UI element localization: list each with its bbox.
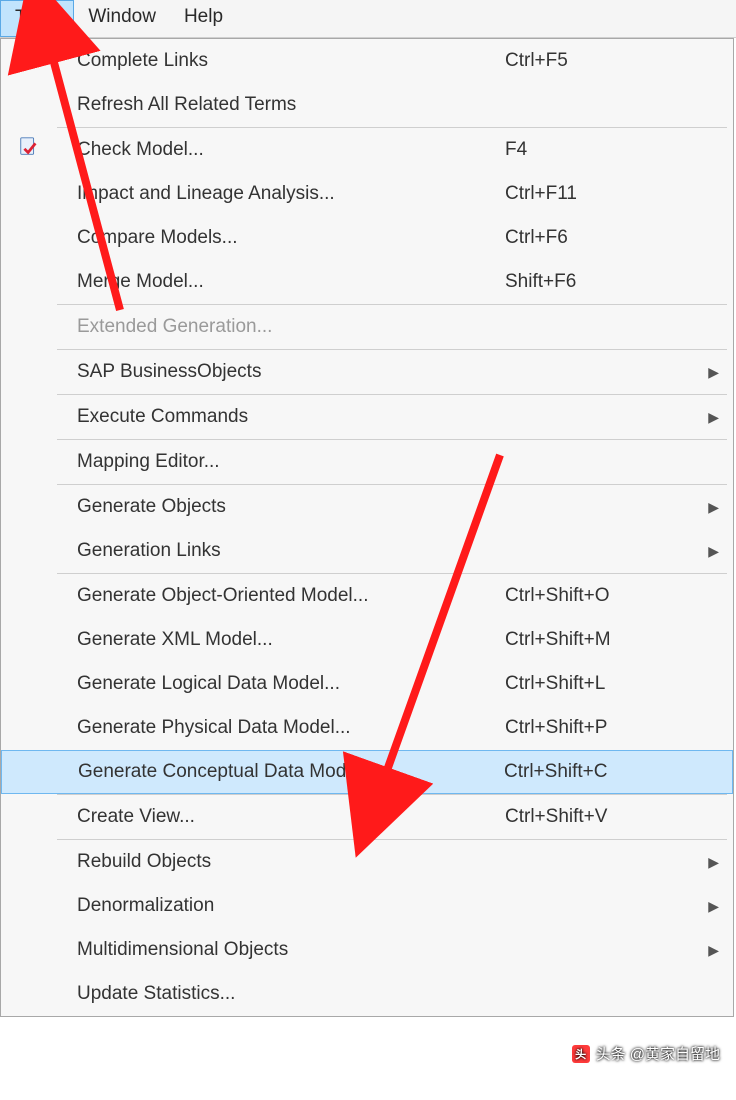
menu-item-shortcut: Ctrl+Shift+L bbox=[505, 673, 695, 695]
menu-item-sap-businessobjects[interactable]: SAP BusinessObjects ▶ bbox=[1, 350, 733, 394]
menu-item-generate-conceptual-data-model[interactable]: Generate Conceptual Data Model...Ctrl+Sh… bbox=[1, 750, 733, 794]
menu-item-icon-col bbox=[1, 47, 57, 75]
menu-item-execute-commands[interactable]: Execute Commands ▶ bbox=[1, 395, 733, 439]
menu-item-denormalization[interactable]: Denormalization ▶ bbox=[1, 884, 733, 928]
menu-item-create-view[interactable]: Create View...Ctrl+Shift+V bbox=[1, 795, 733, 839]
menu-item-shortcut: Shift+F6 bbox=[505, 271, 695, 293]
menu-item-label: Create View... bbox=[57, 806, 505, 828]
menu-item-extended-generation[interactable]: Extended Generation... bbox=[1, 305, 733, 349]
check-doc-icon bbox=[18, 136, 40, 164]
menu-item-label: Check Model... bbox=[57, 139, 505, 161]
menu-item-shortcut: Ctrl+Shift+C bbox=[504, 761, 694, 783]
menu-item-label: Generation Links bbox=[57, 540, 505, 562]
menu-item-label: Execute Commands bbox=[57, 406, 505, 428]
menu-item-label: Merge Model... bbox=[57, 271, 505, 293]
menu-item-merge-model[interactable]: Merge Model...Shift+F6 bbox=[1, 260, 733, 304]
menu-item-generate-logical-data-model[interactable]: Generate Logical Data Model...Ctrl+Shift… bbox=[1, 662, 733, 706]
menu-item-refresh-all-related-terms[interactable]: Refresh All Related Terms bbox=[1, 83, 733, 127]
submenu-arrow-icon: ▶ bbox=[695, 364, 719, 381]
menu-item-label: Update Statistics... bbox=[57, 983, 505, 1005]
menu-item-shortcut: Ctrl+Shift+M bbox=[505, 629, 695, 651]
menubar-item-help[interactable]: Help bbox=[170, 0, 237, 37]
submenu-arrow-icon: ▶ bbox=[695, 854, 719, 871]
menu-item-label: Compare Models... bbox=[57, 227, 505, 249]
submenu-arrow-icon: ▶ bbox=[695, 898, 719, 915]
menu-item-label: Extended Generation... bbox=[57, 316, 505, 338]
menu-item-label: Generate Physical Data Model... bbox=[57, 717, 505, 739]
menu-item-label: Denormalization bbox=[57, 895, 505, 917]
menu-item-generate-objects[interactable]: Generate Objects ▶ bbox=[1, 485, 733, 529]
menu-item-label: Complete Links bbox=[57, 50, 505, 72]
menu-item-label: Refresh All Related Terms bbox=[57, 94, 505, 116]
menu-item-label: Impact and Lineage Analysis... bbox=[57, 183, 505, 205]
menu-item-shortcut: Ctrl+F5 bbox=[505, 50, 695, 72]
menu-item-label: Rebuild Objects bbox=[57, 851, 505, 873]
menu-item-shortcut: Ctrl+Shift+O bbox=[505, 585, 695, 607]
menu-item-update-statistics[interactable]: Update Statistics... bbox=[1, 972, 733, 1016]
menu-item-label: Generate Conceptual Data Model... bbox=[58, 761, 504, 783]
menu-item-label: SAP BusinessObjects bbox=[57, 361, 505, 383]
menubar-item-window[interactable]: Window bbox=[74, 0, 170, 37]
submenu-arrow-icon: ▶ bbox=[695, 409, 719, 426]
menu-item-impact-and-lineage-analysis[interactable]: Impact and Lineage Analysis...Ctrl+F11 bbox=[1, 172, 733, 216]
menu-item-check-model[interactable]: Check Model...F4 bbox=[1, 128, 733, 172]
menubar: Tools Window Help bbox=[0, 0, 736, 38]
menu-item-compare-models[interactable]: Compare Models...Ctrl+F6 bbox=[1, 216, 733, 260]
menubar-item-tools[interactable]: Tools bbox=[0, 0, 74, 37]
refresh-icon bbox=[18, 47, 40, 75]
menu-item-mapping-editor[interactable]: Mapping Editor... bbox=[1, 440, 733, 484]
tools-dropdown-menu: Complete LinksCtrl+F5Refresh All Related… bbox=[0, 38, 734, 1017]
menu-item-icon-col bbox=[1, 136, 57, 164]
submenu-arrow-icon: ▶ bbox=[695, 942, 719, 959]
menu-item-complete-links[interactable]: Complete LinksCtrl+F5 bbox=[1, 39, 733, 83]
menu-item-label: Generate Objects bbox=[57, 496, 505, 518]
menu-item-generate-physical-data-model[interactable]: Generate Physical Data Model...Ctrl+Shif… bbox=[1, 706, 733, 750]
menu-item-shortcut: Ctrl+Shift+P bbox=[505, 717, 695, 739]
menu-item-generation-links[interactable]: Generation Links ▶ bbox=[1, 529, 733, 573]
menu-item-rebuild-objects[interactable]: Rebuild Objects ▶ bbox=[1, 840, 733, 884]
watermark: 头 头条 @黄家自留地 bbox=[572, 1043, 720, 1064]
submenu-arrow-icon: ▶ bbox=[695, 499, 719, 516]
menu-item-shortcut: Ctrl+F6 bbox=[505, 227, 695, 249]
submenu-arrow-icon: ▶ bbox=[695, 543, 719, 560]
menu-item-shortcut: Ctrl+Shift+V bbox=[505, 806, 695, 828]
watermark-text: 头条 @黄家自留地 bbox=[596, 1043, 720, 1064]
menu-item-generate-xml-model[interactable]: Generate XML Model...Ctrl+Shift+M bbox=[1, 618, 733, 662]
menu-item-multidimensional-objects[interactable]: Multidimensional Objects ▶ bbox=[1, 928, 733, 972]
menu-item-label: Generate XML Model... bbox=[57, 629, 505, 651]
watermark-logo-icon: 头 bbox=[572, 1045, 590, 1063]
menu-item-shortcut: F4 bbox=[505, 139, 695, 161]
menu-item-label: Generate Logical Data Model... bbox=[57, 673, 505, 695]
menu-item-label: Mapping Editor... bbox=[57, 451, 505, 473]
menu-item-shortcut: Ctrl+F11 bbox=[505, 183, 695, 205]
menu-item-generate-object-oriented-model[interactable]: Generate Object-Oriented Model...Ctrl+Sh… bbox=[1, 574, 733, 618]
menu-item-label: Multidimensional Objects bbox=[57, 939, 505, 961]
menu-item-label: Generate Object-Oriented Model... bbox=[57, 585, 505, 607]
